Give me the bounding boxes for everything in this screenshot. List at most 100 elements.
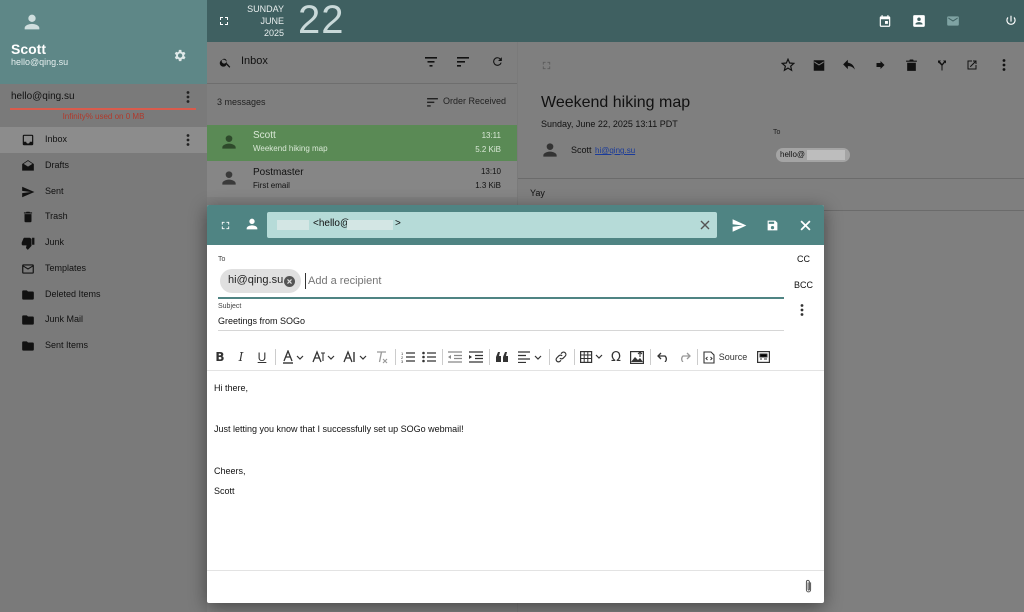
save-icon[interactable]: [763, 216, 781, 234]
text-color-button[interactable]: [281, 345, 307, 369]
cc-button[interactable]: CC: [797, 254, 810, 264]
refresh-icon[interactable]: [489, 53, 505, 69]
clear-icon[interactable]: [697, 217, 713, 233]
date-weekday: SUNDAY: [247, 4, 284, 14]
underline-button[interactable]: U: [255, 345, 269, 369]
calendar-icon[interactable]: [876, 12, 894, 30]
forward-icon[interactable]: [872, 57, 888, 73]
contacts-icon[interactable]: [910, 12, 928, 30]
sidebar-item-junk[interactable]: Junk: [0, 230, 207, 256]
sidebar-item-templates[interactable]: Templates: [0, 256, 207, 282]
image-button[interactable]: [629, 345, 645, 369]
user-panel: Scott hello@qing.su: [0, 0, 207, 84]
link-button[interactable]: [553, 345, 569, 369]
outdent-button[interactable]: [447, 345, 463, 369]
star-icon[interactable]: [780, 57, 796, 73]
bullet-list-button[interactable]: [421, 345, 437, 369]
fullscreen-icon[interactable]: [217, 217, 233, 233]
recipient-chip[interactable]: hi@qing.su: [220, 269, 301, 293]
message-subject: First email: [253, 181, 290, 190]
from-field[interactable]: <hello@ >: [267, 212, 717, 238]
sender-avatar-icon: [540, 140, 560, 160]
reader-to-chip[interactable]: hello@: [776, 148, 850, 162]
more-vert-icon[interactable]: [181, 89, 195, 105]
compose-dialog: <hello@ > To hi@qing.su CC BCC Subject G…: [207, 205, 824, 603]
sidebar-item-trash[interactable]: Trash: [0, 204, 207, 230]
body-line: Just letting you know that I successfull…: [214, 424, 464, 435]
align-button[interactable]: [517, 345, 545, 369]
identity-icon[interactable]: [243, 215, 261, 233]
trash-icon[interactable]: [903, 57, 919, 73]
toolbar-separator: [489, 349, 490, 365]
attach-icon[interactable]: [800, 578, 816, 594]
recipient-email: hi@qing.su: [228, 274, 284, 286]
subject-input[interactable]: Greetings from SOGo: [218, 316, 305, 326]
table-button[interactable]: [579, 345, 605, 369]
message-row-selected[interactable]: Scott Weekend hiking map 13:11 5.2 KiB: [207, 125, 517, 161]
power-icon[interactable]: [1002, 12, 1020, 30]
source-button[interactable]: Source: [701, 345, 749, 369]
date-year: 2025: [263, 28, 284, 38]
toolbar-separator: [275, 349, 276, 365]
indent-button[interactable]: [468, 345, 484, 369]
mark-unread-icon[interactable]: [811, 57, 827, 73]
sidebar-item-label: Sent: [45, 186, 64, 196]
clear-format-button[interactable]: [375, 345, 389, 369]
account-name[interactable]: hello@qing.su: [11, 91, 75, 102]
bcc-button[interactable]: BCC: [794, 280, 813, 290]
open-external-icon[interactable]: [964, 57, 980, 73]
image-icon: [630, 350, 644, 364]
bold-button[interactable]: B: [213, 345, 227, 369]
sidebar-item-sent[interactable]: Sent: [0, 179, 207, 205]
mail-app-icon[interactable]: [944, 12, 962, 30]
folder-icon: [21, 288, 35, 302]
more-vert-icon[interactable]: [996, 57, 1012, 73]
bullet-list-icon: [422, 351, 436, 363]
search-icon[interactable]: [217, 54, 233, 70]
italic-button[interactable]: I: [234, 345, 248, 369]
sidebar-item-deleted-items[interactable]: Deleted Items: [0, 282, 207, 308]
sort-label[interactable]: Order Received: [443, 96, 506, 106]
send-icon[interactable]: [730, 216, 748, 234]
clear-format-icon: [377, 351, 388, 364]
footer-divider: [207, 570, 824, 571]
numbered-list-button[interactable]: 123: [400, 345, 416, 369]
sort-icon[interactable]: [455, 54, 471, 70]
fullscreen-icon[interactable]: [216, 13, 232, 29]
compose-header: <hello@ >: [207, 205, 824, 245]
gear-icon[interactable]: [170, 46, 188, 64]
more-vert-icon[interactable]: [795, 302, 809, 318]
message-row[interactable]: Postmaster First email 13:10 1.3 KiB: [207, 161, 517, 197]
expand-icon[interactable]: [538, 57, 554, 73]
recipient-input[interactable]: [305, 273, 585, 289]
to-label: To: [218, 256, 226, 263]
editor-body[interactable]: Hi there, Just letting you know that I su…: [214, 378, 814, 568]
message-count: 3 messages: [217, 97, 266, 107]
sidebar-item-inbox[interactable]: Inbox: [0, 127, 207, 153]
sidebar-item-drafts[interactable]: Drafts: [0, 153, 207, 179]
sidebar-item-sent-items[interactable]: Sent Items: [0, 333, 207, 359]
font-size-button[interactable]: [343, 345, 369, 369]
remove-chip-icon[interactable]: [283, 275, 295, 287]
preview-button[interactable]: [755, 345, 771, 369]
align-icon: [518, 351, 542, 363]
redo-button[interactable]: [676, 345, 692, 369]
italic-icon: I: [238, 350, 244, 364]
undo-button[interactable]: [655, 345, 671, 369]
envelope-icon: [21, 262, 35, 276]
reply-icon[interactable]: [841, 57, 857, 73]
inbox-icon: [21, 133, 35, 147]
reader-from-email[interactable]: hi@qing.su: [595, 146, 635, 155]
fork-icon[interactable]: [934, 57, 950, 73]
more-vert-icon[interactable]: [186, 134, 190, 146]
sidebar-item-junk-mail[interactable]: Junk Mail: [0, 307, 207, 333]
special-char-button[interactable]: Ω: [609, 345, 623, 369]
sidebar-item-label: Templates: [45, 263, 87, 273]
close-icon[interactable]: [796, 216, 814, 234]
filter-icon[interactable]: [423, 54, 439, 70]
message-sender: Postmaster: [253, 167, 304, 178]
reader-from-name: Scott: [571, 145, 592, 155]
font-style-button[interactable]: [311, 345, 337, 369]
blockquote-button[interactable]: [494, 345, 510, 369]
sort-order-icon[interactable]: [425, 96, 439, 108]
